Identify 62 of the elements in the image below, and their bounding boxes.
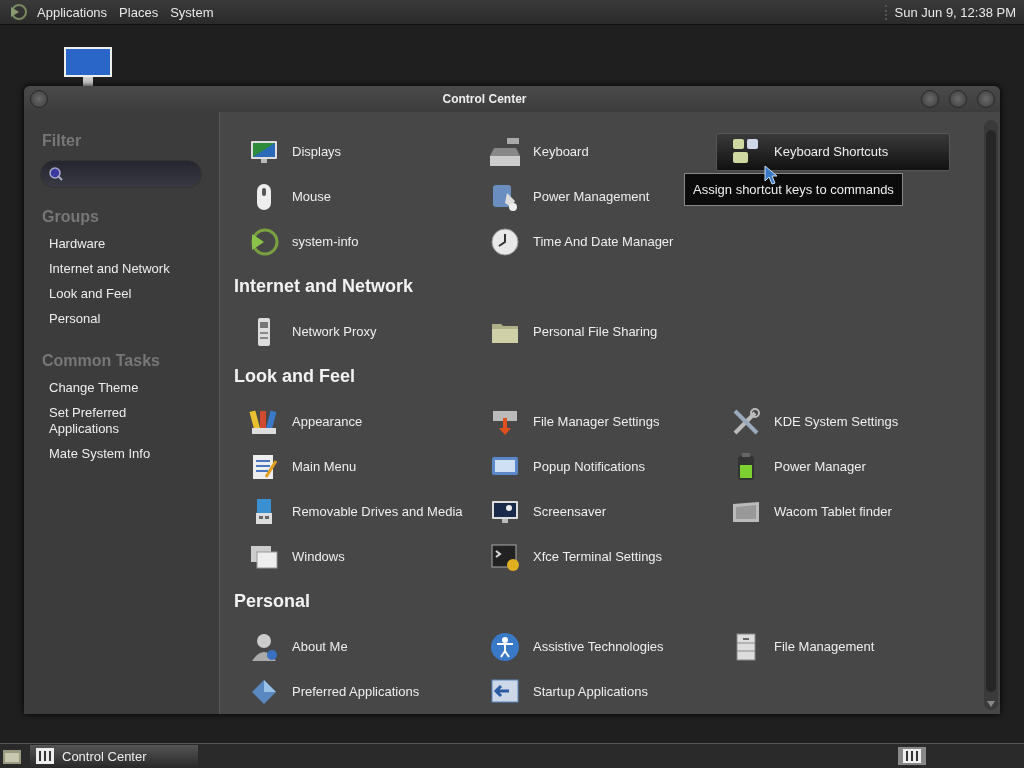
minimize-button[interactable] xyxy=(921,90,939,108)
settings-item[interactable]: File Management xyxy=(716,627,882,666)
panel-menu[interactable]: Applications xyxy=(31,4,114,20)
down-arrow-icon[interactable] xyxy=(987,701,995,707)
cursor-icon xyxy=(764,165,778,185)
settings-item[interactable]: Keyboard xyxy=(475,132,596,171)
settings-item[interactable]: Appearance xyxy=(234,402,370,441)
settings-item[interactable]: Startup Applications xyxy=(475,672,655,711)
sidebar-heading: Filter xyxy=(42,132,83,150)
settings-item[interactable]: Personal File Sharing xyxy=(475,312,665,351)
section-heading: Look and Feel xyxy=(234,366,356,387)
search-field[interactable] xyxy=(40,160,202,188)
settings-item[interactable]: About Me xyxy=(234,627,355,666)
task-link[interactable]: Change Theme xyxy=(42,380,199,396)
window-title: Control Center xyxy=(441,92,528,106)
maximize-button[interactable] xyxy=(949,90,967,108)
group-link[interactable]: Look and Feel xyxy=(42,286,199,302)
settings-item[interactable]: Screensaver xyxy=(475,492,613,531)
settings-item[interactable]: system-info xyxy=(234,222,366,261)
panel-menu[interactable]: Places xyxy=(113,4,165,20)
play-logo-icon[interactable] xyxy=(9,3,27,21)
clock-icon xyxy=(489,225,521,258)
settings-item[interactable]: Removable Drives and Media xyxy=(234,492,470,531)
settings-item[interactable]: Power Manager xyxy=(716,447,873,486)
search-icon xyxy=(49,167,63,181)
sidebar-heading: Common Tasks xyxy=(42,352,161,370)
settings-item[interactable]: Xfce Terminal Settings xyxy=(475,537,670,576)
settings-item[interactable]: KDE System Settings xyxy=(716,402,906,441)
task-link[interactable]: Mate System Info xyxy=(42,446,199,462)
task-link[interactable]: Set Preferred Applications xyxy=(42,405,199,437)
settings-item[interactable]: Wacom Tablet finder xyxy=(716,492,899,531)
group-link[interactable]: Internet and Network xyxy=(42,261,199,277)
scrollbar[interactable] xyxy=(984,120,998,710)
sliders-icon xyxy=(36,748,54,764)
clock[interactable]: Sun Jun 9, 12:38 PM xyxy=(884,4,1024,20)
section-heading: Internet and Network xyxy=(234,276,414,297)
settings-item[interactable]: Displays xyxy=(234,132,349,171)
computer-icon[interactable] xyxy=(63,46,113,86)
settings-item[interactable]: Network Proxy xyxy=(234,312,384,351)
close-button[interactable] xyxy=(977,90,995,108)
settings-item[interactable]: Preferred Applications xyxy=(234,672,427,711)
show-desktop-icon[interactable] xyxy=(2,747,22,765)
taskbar-button[interactable]: Control Center xyxy=(30,745,198,767)
settings-item[interactable]: Time And Date Manager xyxy=(475,222,681,261)
accessibility-icon xyxy=(489,630,521,663)
panel-menu[interactable]: System xyxy=(164,4,220,20)
settings-item[interactable]: Main Menu xyxy=(234,447,364,486)
settings-item[interactable]: Power Management xyxy=(475,177,657,216)
sidebar-heading: Groups xyxy=(42,208,100,226)
tooltip: Assign shortcut keys to commands xyxy=(684,173,903,206)
settings-item[interactable]: Assistive Technologies xyxy=(475,627,671,666)
window-menu-button[interactable] xyxy=(30,90,48,108)
settings-item[interactable]: Keyboard Shortcuts xyxy=(716,132,950,171)
settings-item[interactable]: Popup Notifications xyxy=(475,447,652,486)
keyboard-icon xyxy=(489,135,521,168)
group-link[interactable]: Hardware xyxy=(42,236,199,252)
group-link[interactable]: Personal xyxy=(42,311,199,327)
settings-item[interactable]: Windows xyxy=(234,537,352,576)
settings-item[interactable]: Mouse xyxy=(234,177,339,216)
sliders-icon[interactable] xyxy=(898,747,926,765)
section-heading: Personal xyxy=(234,591,311,612)
settings-item[interactable]: File Manager Settings xyxy=(475,402,667,441)
